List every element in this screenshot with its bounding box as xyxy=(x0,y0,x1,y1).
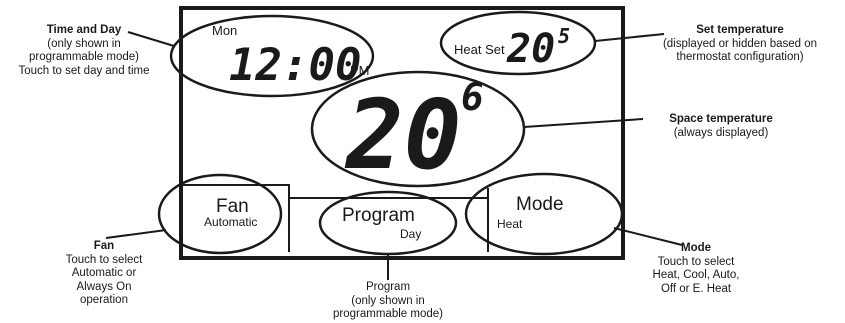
mode-callout-line: Heat, Cool, Auto, xyxy=(652,269,740,281)
program-callout-line: programmable mode) xyxy=(333,308,443,320)
program-callout: Program (only shown in programmable mode… xyxy=(318,281,458,322)
fan-callout-title: Fan xyxy=(93,240,115,252)
space-temp-leader xyxy=(523,118,644,128)
space-temp-callout-line: (always displayed) xyxy=(673,126,769,139)
fan-callout-line: Automatic or xyxy=(71,267,137,279)
program-callout-title: Program xyxy=(365,281,411,293)
mode-button[interactable]: Mode Heat xyxy=(497,194,564,231)
set-temp-callout-line: thermostat configuration) xyxy=(676,51,804,63)
set-temp-callout-line: (displayed or hidden based on xyxy=(662,37,818,50)
fan-callout-line: Touch to select xyxy=(65,253,143,266)
fan-callout: Fan Touch to select Automatic or Always … xyxy=(44,240,164,308)
fan-callout-line: Always On xyxy=(76,280,132,293)
day-text: Mon xyxy=(212,23,237,38)
fan-title: Fan xyxy=(216,196,249,217)
thermostat-diagram: Mon 12:00 PM Heat Set 20 5 20 6 Fan Auto… xyxy=(0,0,845,323)
program-button[interactable]: Program Day xyxy=(342,205,421,241)
time-day-callout-line: programmable mode) xyxy=(29,51,139,63)
program-title: Program xyxy=(342,205,415,226)
mode-title: Mode xyxy=(516,194,564,215)
fan-value: Automatic xyxy=(204,215,257,229)
set-temp-digits: 20 xyxy=(506,26,555,72)
set-temp-callout-title: Set temperature xyxy=(696,24,784,36)
space-temp-decimal: 6 xyxy=(461,75,484,119)
program-callout-line: (only shown in xyxy=(351,294,425,307)
time-day-callout-line: Touch to set day and time xyxy=(18,64,150,77)
fan-button[interactable]: Fan Automatic xyxy=(204,196,257,229)
time-day-callout: Time and Day (only shown in programmable… xyxy=(4,24,164,78)
mode-value: Heat xyxy=(497,217,523,231)
am-pm-text: PM xyxy=(350,63,370,78)
time-digits: 12:00 xyxy=(229,40,361,91)
set-temp-decimal: 5 xyxy=(558,24,570,48)
set-label-text: Heat Set xyxy=(454,42,505,57)
time-day-callout-line: (only shown in xyxy=(47,37,121,50)
fan-leader xyxy=(105,229,167,239)
mode-callout: Mode Touch to select Heat, Cool, Auto, O… xyxy=(626,242,766,296)
mode-callout-line: Off or E. Heat xyxy=(660,282,732,295)
mode-callout-line: Touch to select xyxy=(657,255,735,268)
space-temp-callout-title: Space temperature xyxy=(669,113,773,125)
space-temp-callout: Space temperature (always displayed) xyxy=(646,113,796,140)
mode-callout-title: Mode xyxy=(680,242,712,254)
program-value: Day xyxy=(400,227,421,241)
space-temp-digits: 20 xyxy=(344,79,462,191)
fan-callout-line: operation xyxy=(80,294,128,306)
set-temp-callout: Set temperature (displayed or hidden bas… xyxy=(640,24,840,65)
time-day-callout-title: Time and Day xyxy=(46,24,122,36)
